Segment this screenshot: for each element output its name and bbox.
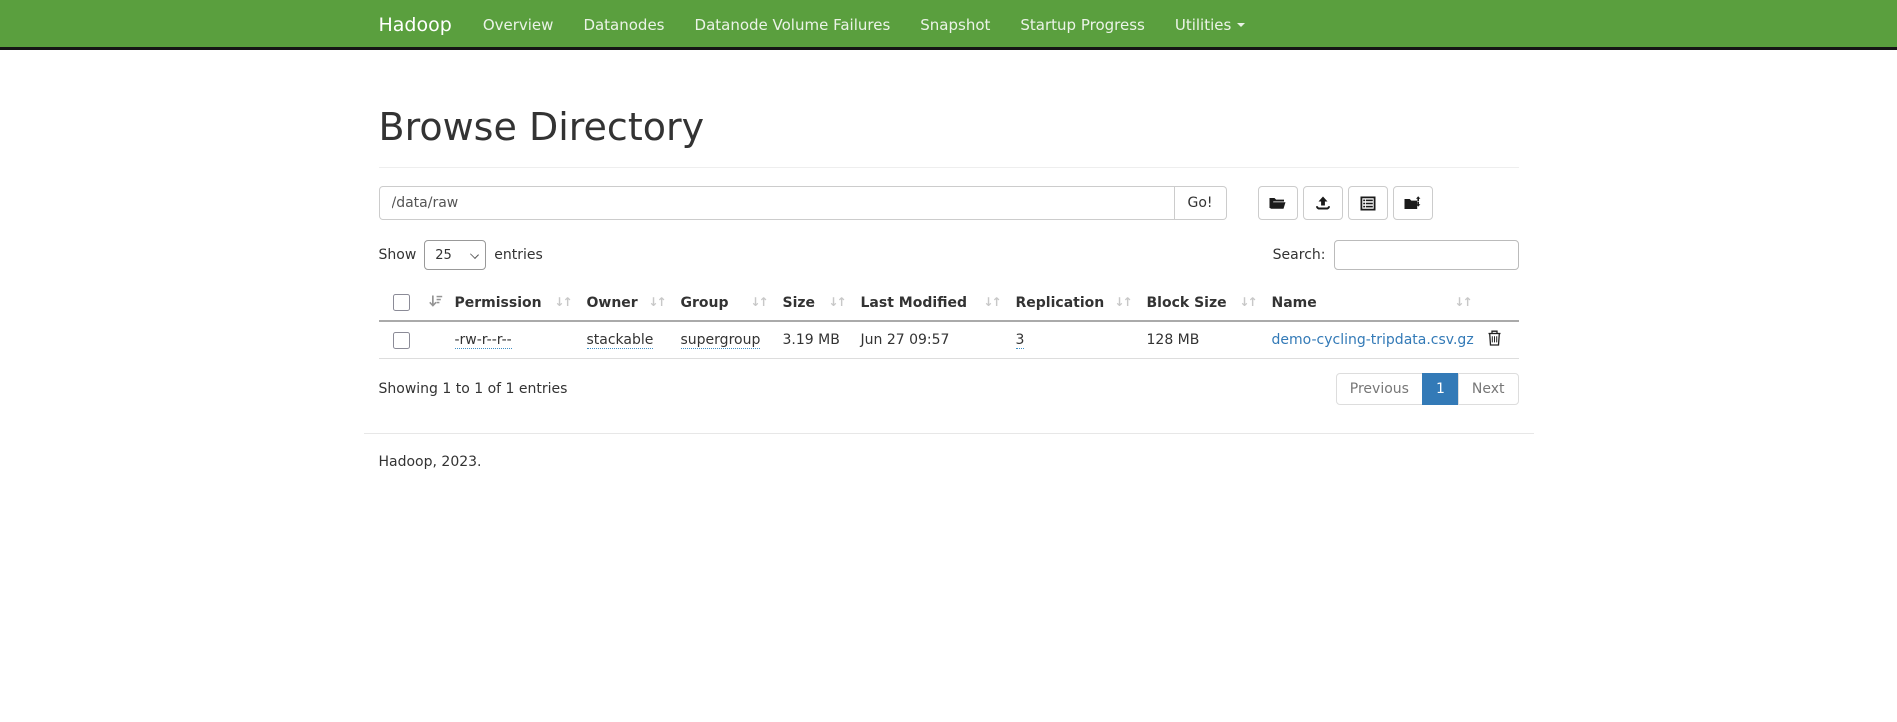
- header-select-all[interactable]: [379, 286, 447, 321]
- nav-item-utilities[interactable]: Utilities: [1160, 0, 1260, 50]
- page-size-select[interactable]: 25: [424, 240, 486, 270]
- footer-divider: [364, 433, 1534, 434]
- sort-icon: ↓↑: [983, 295, 999, 309]
- sort-icon: ↓↑: [750, 295, 766, 309]
- file-name-link[interactable]: demo-cycling-tripdata.csv.gz: [1272, 332, 1474, 348]
- pagination-next[interactable]: Next: [1458, 373, 1519, 405]
- move-folder-button[interactable]: [1393, 186, 1433, 220]
- sort-icon: ↓↑: [1239, 295, 1255, 309]
- row-checkbox[interactable]: [393, 332, 410, 349]
- column-header-last-modified[interactable]: Last Modified ↓↑: [853, 286, 1008, 321]
- delete-file-button[interactable]: [1487, 330, 1502, 349]
- show-label: Show: [379, 247, 417, 263]
- column-header-actions: [1479, 286, 1519, 321]
- nav-item-startup-progress[interactable]: Startup Progress: [1005, 0, 1159, 50]
- pagination-previous[interactable]: Previous: [1336, 373, 1423, 405]
- search-input[interactable]: [1334, 240, 1519, 270]
- cell-size: 3.19 MB: [783, 332, 840, 348]
- sort-icon: ↓↑: [1114, 295, 1130, 309]
- column-header-permission[interactable]: Permission ↓↑: [447, 286, 579, 321]
- nav-item-datanodes[interactable]: Datanodes: [568, 0, 679, 50]
- sort-amount-icon: [428, 294, 443, 313]
- select-all-checkbox[interactable]: [393, 294, 410, 311]
- page-footer: Hadoop, 2023.: [364, 433, 1534, 470]
- trash-icon: [1487, 334, 1502, 349]
- heading-divider: [379, 167, 1519, 168]
- page-length-control: Show 25 entries: [379, 240, 543, 270]
- cell-replication[interactable]: 3: [1016, 332, 1025, 349]
- cell-group[interactable]: supergroup: [681, 332, 761, 349]
- folder-open-icon: [1269, 196, 1286, 211]
- pagination: Previous 1 Next: [1336, 373, 1519, 405]
- brand-hadoop[interactable]: Hadoop: [379, 14, 452, 36]
- page-title: Browse Directory: [379, 105, 1519, 149]
- table-footer: Showing 1 to 1 of 1 entries Previous 1 N…: [379, 373, 1519, 405]
- cell-owner[interactable]: stackable: [587, 332, 654, 349]
- create-directory-button[interactable]: [1258, 186, 1298, 220]
- nav-item-datanode-volume-failures[interactable]: Datanode Volume Failures: [680, 0, 906, 50]
- footer-text: Hadoop, 2023.: [379, 454, 1534, 470]
- column-header-group[interactable]: Group ↓↑: [673, 286, 775, 321]
- path-input-group: Go!: [379, 186, 1227, 220]
- column-header-owner[interactable]: Owner ↓↑: [579, 286, 673, 321]
- go-button[interactable]: Go!: [1175, 186, 1227, 220]
- caret-down-icon: [1237, 23, 1245, 27]
- sort-icon: ↓↑: [554, 295, 570, 309]
- directory-action-buttons: [1258, 186, 1438, 220]
- column-header-block-size[interactable]: Block Size ↓↑: [1139, 286, 1264, 321]
- list-alt-icon: [1360, 196, 1376, 211]
- column-header-replication[interactable]: Replication ↓↑: [1008, 286, 1139, 321]
- sort-icon: ↓↑: [1454, 295, 1470, 309]
- navbar-menu: Overview Datanodes Datanode Volume Failu…: [468, 0, 1261, 50]
- directory-table: Permission ↓↑ Owner ↓↑ Group ↓↑ Size ↓↑ …: [379, 286, 1519, 359]
- nav-item-snapshot[interactable]: Snapshot: [905, 0, 1005, 50]
- entries-label: entries: [494, 247, 543, 263]
- main-content: Browse Directory Go!: [364, 105, 1534, 470]
- entries-info: Showing 1 to 1 of 1 entries: [379, 381, 568, 397]
- sort-icon: ↓↑: [828, 295, 844, 309]
- search-label: Search:: [1273, 247, 1326, 263]
- table-controls: Show 25 entries Search:: [379, 240, 1519, 270]
- nav-item-overview[interactable]: Overview: [468, 0, 569, 50]
- top-navbar: Hadoop Overview Datanodes Datanode Volum…: [0, 0, 1897, 50]
- table-header-row: Permission ↓↑ Owner ↓↑ Group ↓↑ Size ↓↑ …: [379, 286, 1519, 321]
- table-search: Search:: [1273, 240, 1519, 270]
- sort-icon: ↓↑: [648, 295, 664, 309]
- path-bar: Go!: [379, 186, 1519, 220]
- table-row: -rw-r--r-- stackable supergroup 3.19 MB …: [379, 321, 1519, 359]
- cell-block-size: 128 MB: [1147, 332, 1200, 348]
- column-header-name[interactable]: Name ↓↑: [1264, 286, 1479, 321]
- cut-paste-button[interactable]: [1348, 186, 1388, 220]
- cloud-upload-icon: [1315, 196, 1331, 211]
- column-header-size[interactable]: Size ↓↑: [775, 286, 853, 321]
- upload-files-button[interactable]: [1303, 186, 1343, 220]
- cell-permission[interactable]: -rw-r--r--: [455, 332, 512, 349]
- pagination-page-1[interactable]: 1: [1422, 373, 1459, 405]
- folder-transfer-icon: [1404, 196, 1421, 211]
- directory-path-input[interactable]: [379, 186, 1175, 220]
- cell-last-modified: Jun 27 09:57: [861, 332, 950, 348]
